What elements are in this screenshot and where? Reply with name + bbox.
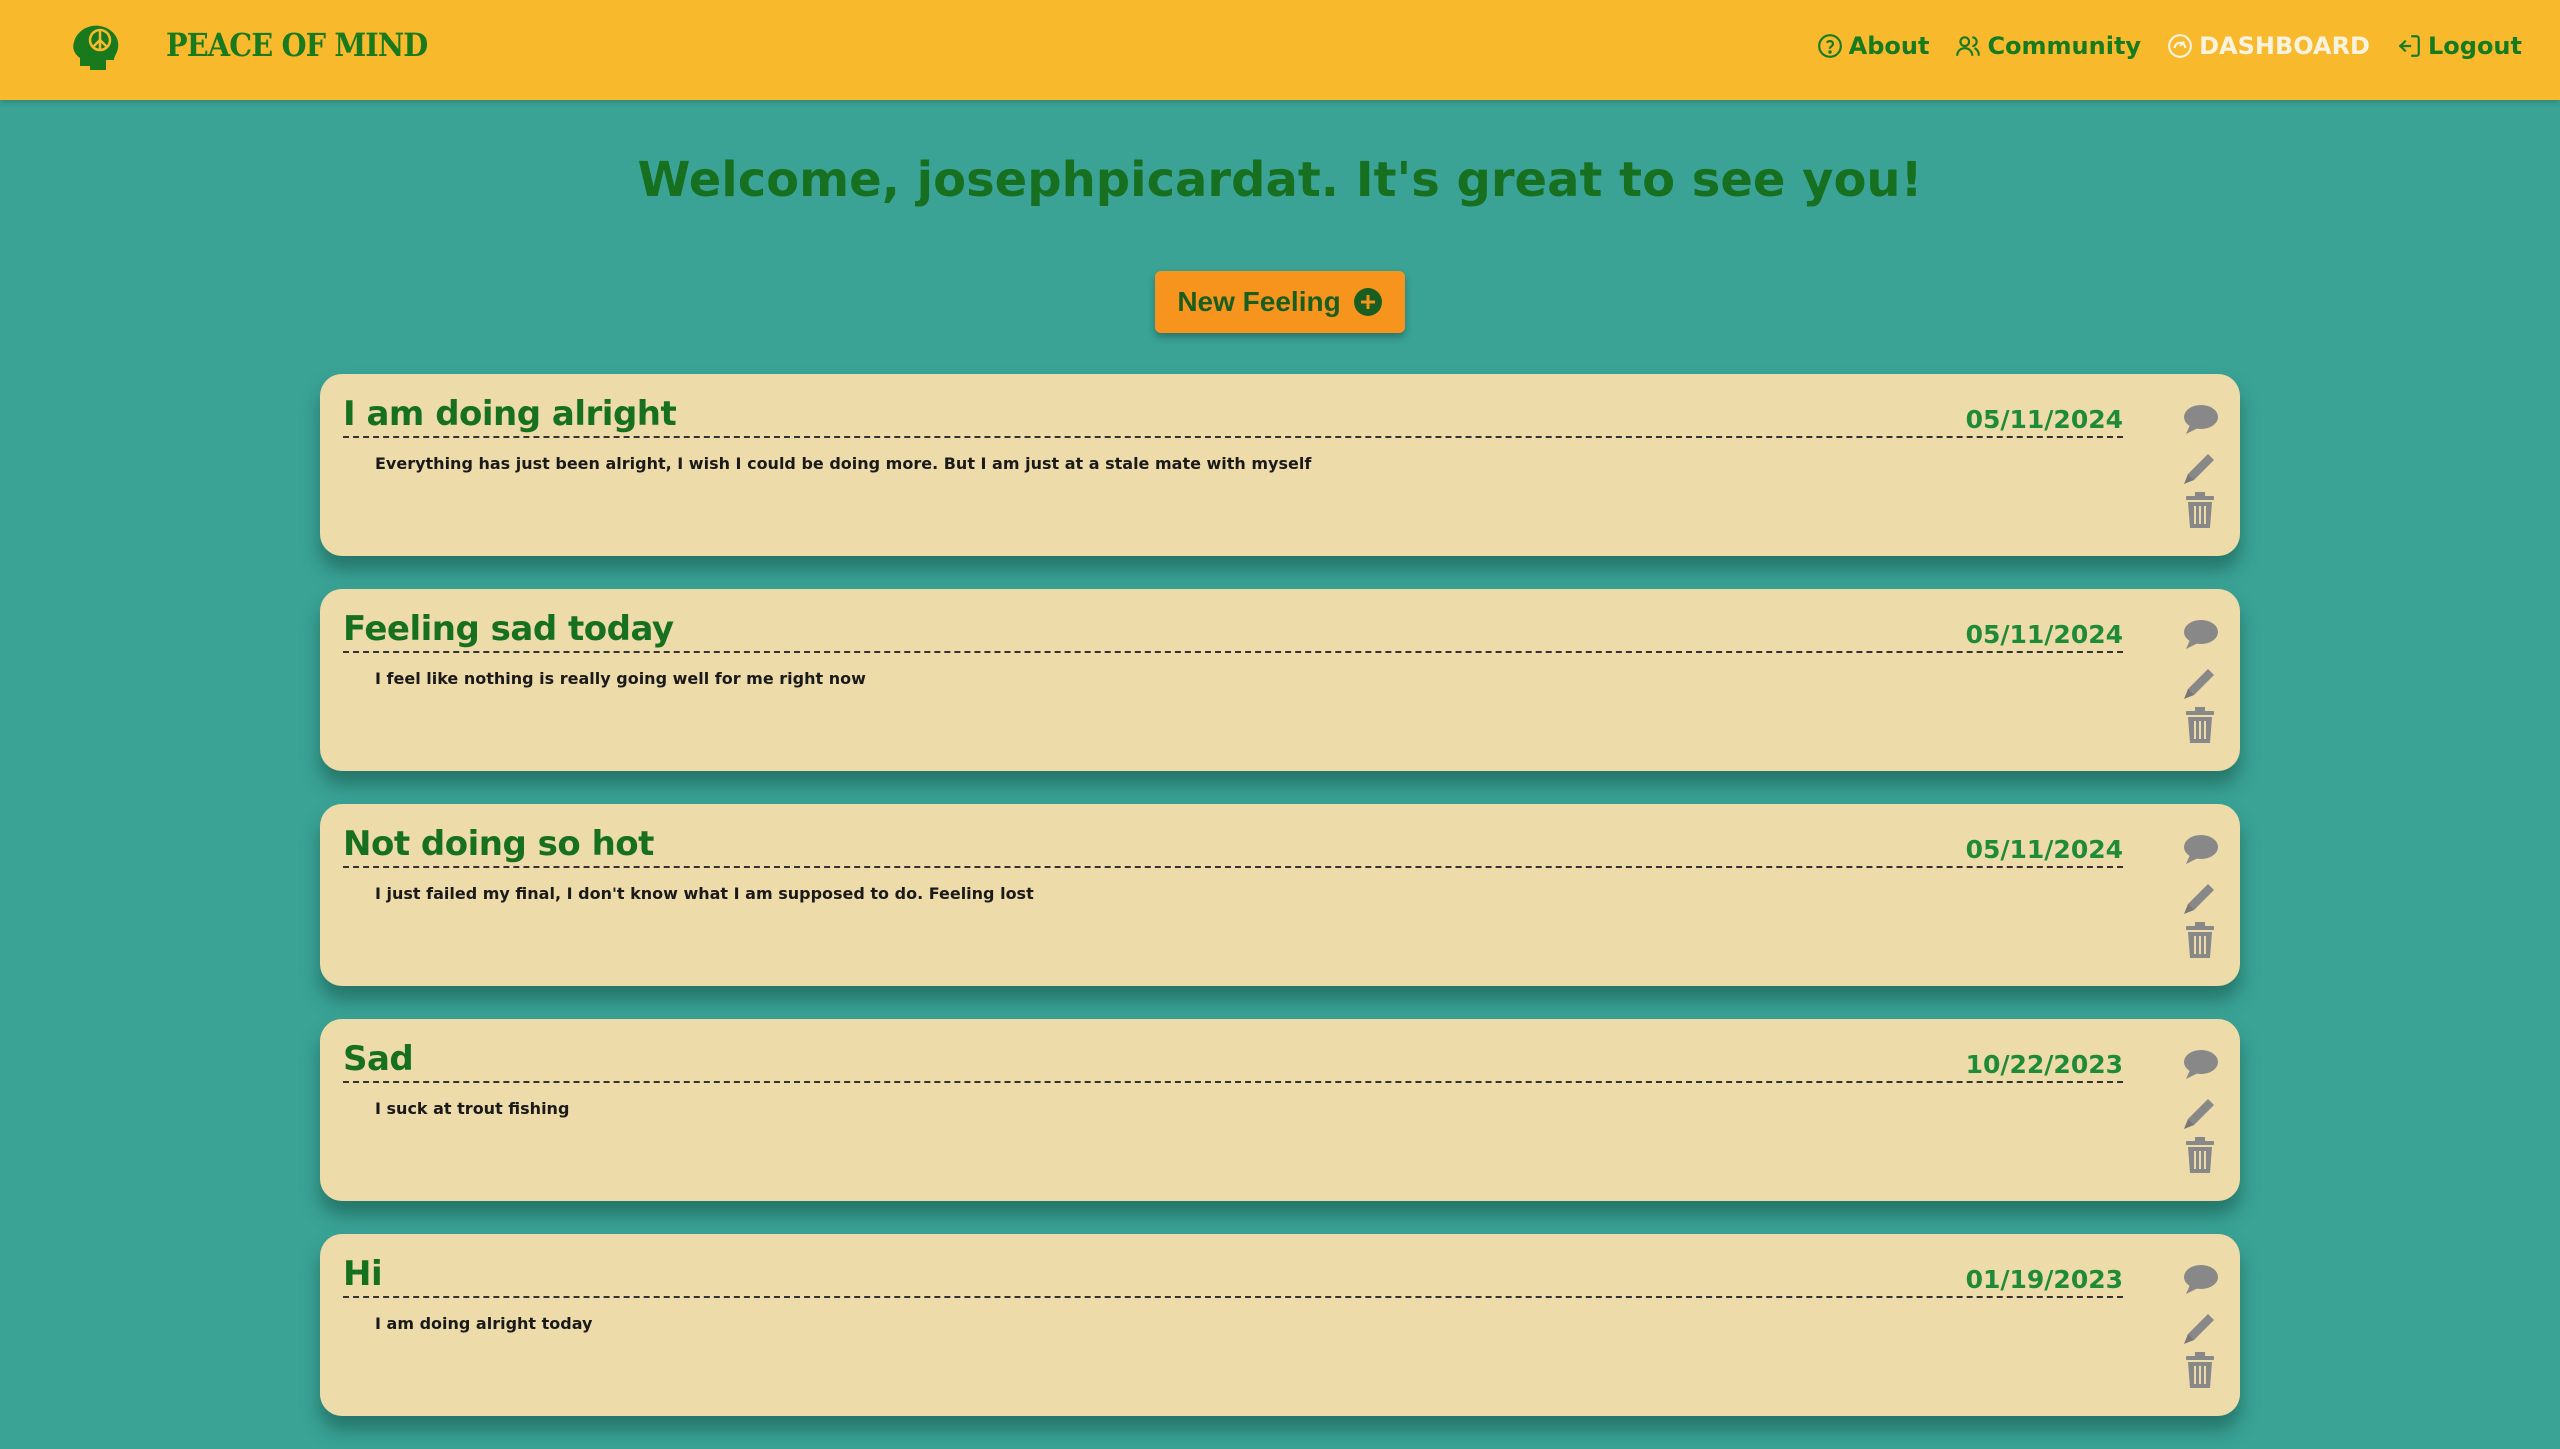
card-body: I am doing alright today — [375, 1314, 593, 1333]
pencil-icon — [2184, 884, 2214, 914]
card-date: 10/22/2023 — [1965, 1050, 2123, 1079]
trash-icon — [2186, 1352, 2214, 1388]
card-header: Feeling sad today 05/11/2024 — [343, 607, 2123, 653]
card-header: Sad 10/22/2023 — [343, 1037, 2123, 1083]
plus-circle-icon — [1353, 288, 1382, 316]
comment-icon — [2184, 1265, 2218, 1294]
card-header: Hi 01/19/2023 — [343, 1252, 2123, 1298]
pencil-icon — [2184, 1099, 2214, 1129]
card-date: 05/11/2024 — [1965, 405, 2123, 434]
card-header: I am doing alright 05/11/2024 — [343, 392, 2123, 438]
delete-button[interactable] — [2180, 1135, 2220, 1175]
card-body: I just failed my final, I don't know wha… — [375, 884, 1034, 903]
feeling-card: Sad 10/22/2023 I suck at trout fishing — [320, 1019, 2240, 1201]
nav-links: About Community DASHBOARD Logout — [1817, 32, 2522, 60]
brand-name[interactable]: PEACE OF MIND — [166, 26, 428, 64]
logout-icon — [2398, 35, 2420, 57]
card-date: 05/11/2024 — [1965, 835, 2123, 864]
feeling-card: Feeling sad today 05/11/2024 I feel like… — [320, 589, 2240, 771]
card-title: Feeling sad today — [343, 609, 674, 649]
card-title: Not doing so hot — [343, 824, 654, 864]
nav-about[interactable]: About — [1817, 32, 1930, 60]
card-title: Sad — [343, 1039, 414, 1079]
comment-button[interactable] — [2180, 400, 2220, 440]
delete-button[interactable] — [2180, 1350, 2220, 1390]
feeling-card: Hi 01/19/2023 I am doing alright today — [320, 1234, 2240, 1416]
comment-button[interactable] — [2180, 1045, 2220, 1085]
navbar: PEACE OF MIND About Community DASHBOARD … — [0, 0, 2560, 100]
delete-button[interactable] — [2180, 705, 2220, 745]
comment-icon — [2184, 620, 2218, 649]
card-body: I feel like nothing is really going well… — [375, 669, 866, 688]
edit-button[interactable] — [2180, 878, 2220, 918]
peace-head-icon[interactable] — [70, 22, 122, 74]
new-feeling-label: New Feeling — [1177, 286, 1341, 317]
card-title: I am doing alright — [343, 394, 677, 434]
comment-icon — [2184, 1050, 2218, 1079]
dashboard-gauge-icon — [2168, 34, 2192, 58]
trash-icon — [2186, 1137, 2214, 1173]
trash-icon — [2186, 922, 2214, 958]
trash-icon — [2186, 707, 2214, 743]
nav-community-label: Community — [1987, 32, 2142, 60]
feelings-feed: I am doing alright 05/11/2024 Everything… — [320, 374, 2240, 1449]
nav-dashboard-label: DASHBOARD — [2199, 32, 2370, 60]
nav-logout[interactable]: Logout — [2396, 32, 2522, 60]
trash-icon — [2186, 492, 2214, 528]
card-title: Hi — [343, 1254, 383, 1294]
edit-button[interactable] — [2180, 1093, 2220, 1133]
nav-community[interactable]: Community — [1955, 32, 2141, 60]
pencil-icon — [2184, 669, 2214, 699]
nav-about-label: About — [1848, 32, 1930, 60]
edit-button[interactable] — [2180, 663, 2220, 703]
comment-icon — [2184, 835, 2218, 864]
card-date: 01/19/2023 — [1965, 1265, 2123, 1294]
comment-icon — [2184, 405, 2218, 434]
card-header: Not doing so hot 05/11/2024 — [343, 822, 2123, 868]
comment-button[interactable] — [2180, 830, 2220, 870]
delete-button[interactable] — [2180, 920, 2220, 960]
feeling-card: I am doing alright 05/11/2024 Everything… — [320, 374, 2240, 556]
nav-logout-label: Logout — [2427, 32, 2522, 60]
welcome-heading: Welcome, josephpicardat. It's great to s… — [637, 152, 1923, 208]
card-date: 05/11/2024 — [1965, 620, 2123, 649]
delete-button[interactable] — [2180, 490, 2220, 530]
edit-button[interactable] — [2180, 1308, 2220, 1348]
new-feeling-button[interactable]: New Feeling — [1155, 271, 1405, 333]
comment-button[interactable] — [2180, 615, 2220, 655]
feeling-card: Not doing so hot 05/11/2024 I just faile… — [320, 804, 2240, 986]
comment-button[interactable] — [2180, 1260, 2220, 1300]
edit-button[interactable] — [2180, 448, 2220, 488]
pencil-icon — [2184, 454, 2214, 484]
question-circle-icon — [1817, 34, 1842, 58]
users-icon — [1956, 36, 1981, 56]
pencil-icon — [2184, 1314, 2214, 1344]
card-body: I suck at trout fishing — [375, 1099, 570, 1118]
nav-dashboard[interactable]: DASHBOARD — [2167, 32, 2370, 60]
card-body: Everything has just been alright, I wish… — [375, 454, 1312, 473]
